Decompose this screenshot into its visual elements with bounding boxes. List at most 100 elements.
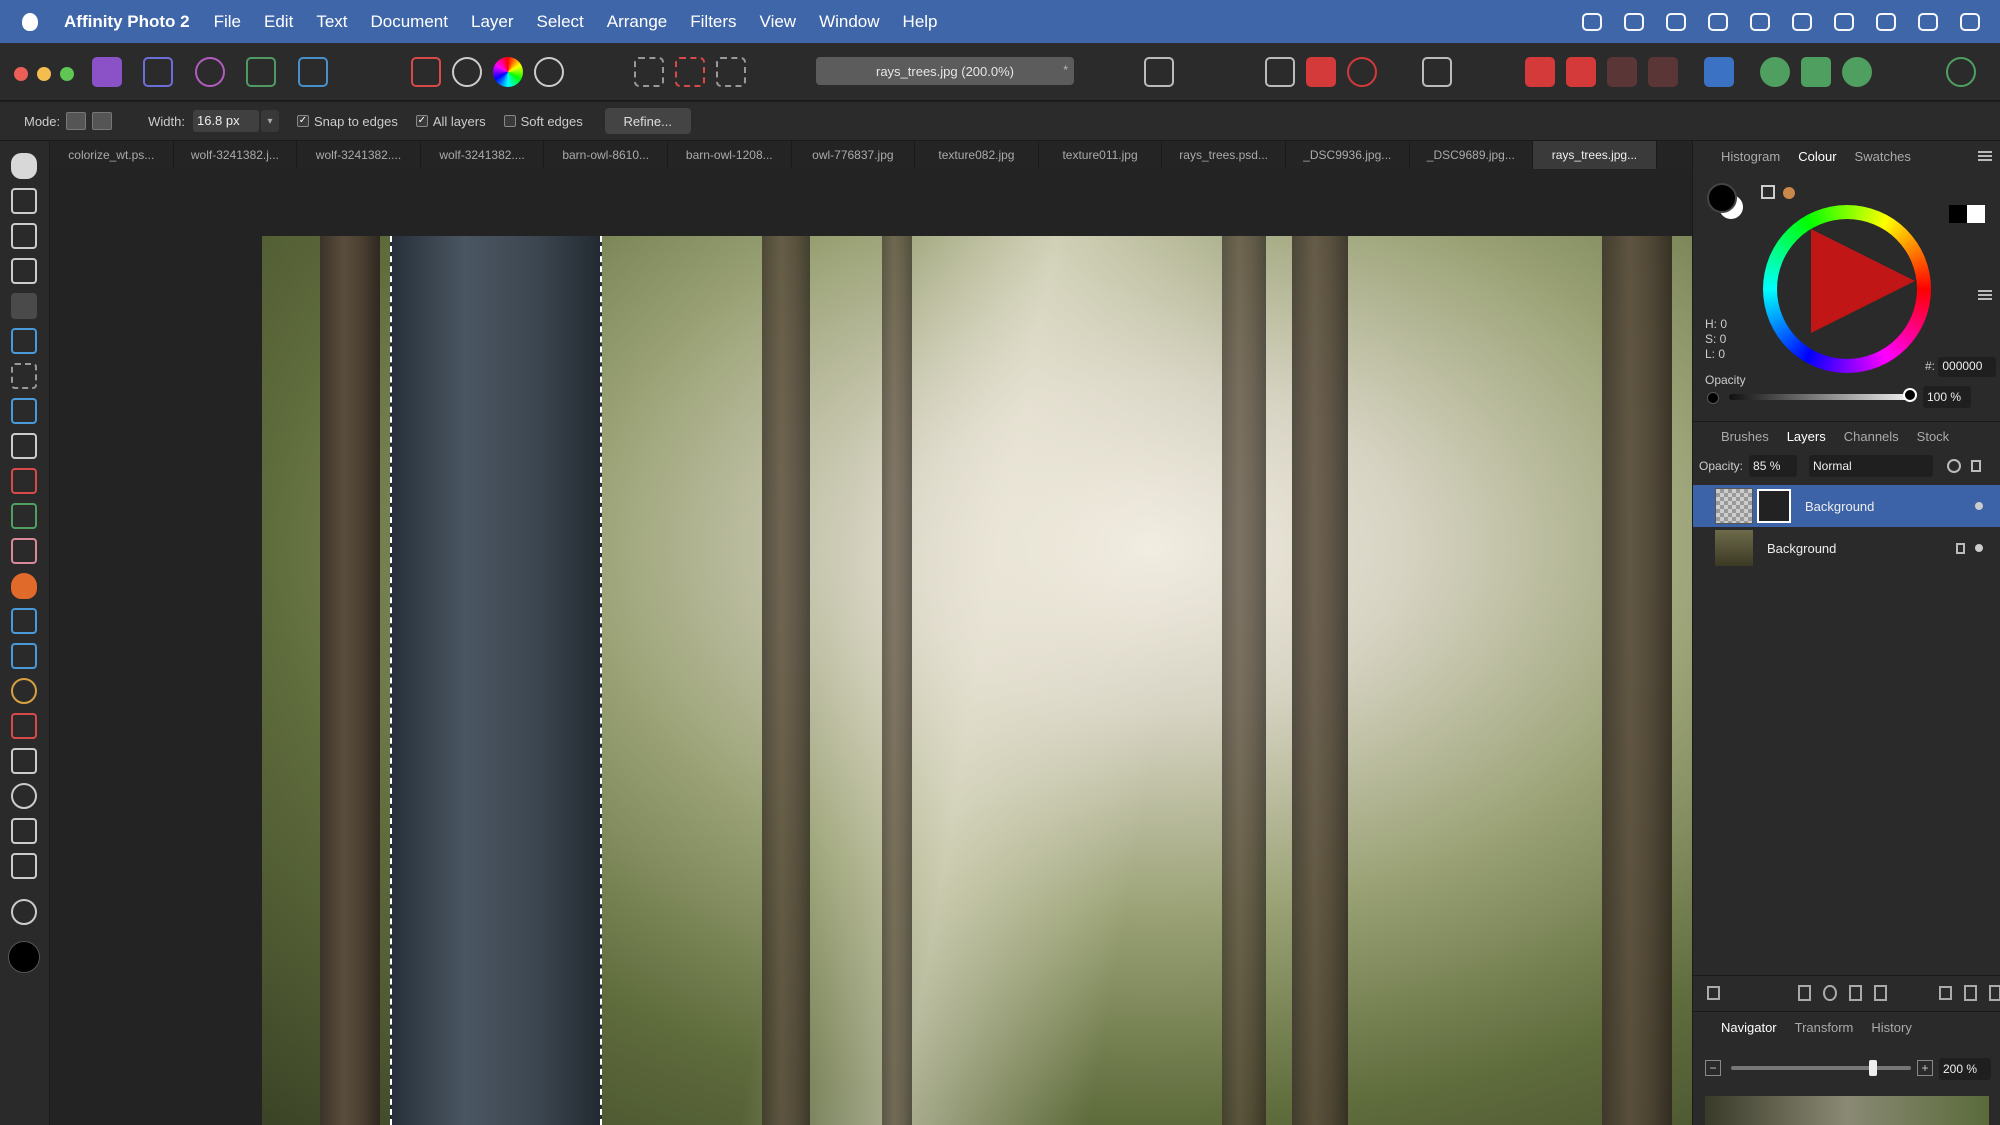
tab-histogram[interactable]: Histogram [1721, 149, 1780, 164]
white-swatch[interactable] [1967, 205, 1985, 223]
flood-select-tool-icon[interactable] [11, 328, 37, 354]
doc-tab[interactable]: _DSC9936.jpg... [1286, 141, 1410, 169]
all-layers-option[interactable]: ✓ All layers [415, 114, 486, 129]
doc-tab[interactable]: wolf-3241382.j... [174, 141, 298, 169]
snap-to-edges-checkbox[interactable]: ✓ [296, 115, 309, 127]
photo-persona-icon[interactable] [92, 57, 122, 87]
live-filter-icon[interactable] [1848, 984, 1862, 1001]
close-document-icon[interactable]: * [1063, 63, 1068, 77]
control-center-icon[interactable] [1876, 12, 1896, 31]
arrange-bottom-icon[interactable] [1648, 57, 1678, 87]
maximize-window-icon[interactable] [60, 67, 74, 81]
colour-triangle[interactable] [1811, 229, 1915, 333]
levels-icon[interactable] [411, 57, 441, 87]
mode-new-icon[interactable] [66, 112, 87, 130]
black-swatch[interactable] [1949, 205, 1967, 223]
document-title-pill[interactable]: rays_trees.jpg (200.0%) * [816, 57, 1074, 85]
dodge-burn-tool-icon[interactable] [11, 573, 37, 599]
layer-lock-icon[interactable] [1956, 542, 1965, 554]
play-icon[interactable] [1750, 12, 1770, 31]
menu-arrange[interactable]: Arrange [607, 12, 667, 32]
colour-opacity-slider[interactable] [1729, 394, 1909, 400]
invert-selection-icon[interactable] [716, 57, 746, 87]
tab-history[interactable]: History [1871, 1020, 1911, 1035]
menu-file[interactable]: File [214, 12, 241, 32]
adjustment-icon[interactable] [1823, 984, 1837, 1001]
snap-to-edges-option[interactable]: ✓ Snap to edges [296, 114, 398, 129]
align-icon[interactable] [1704, 57, 1734, 87]
snapping-icon[interactable] [1265, 57, 1295, 87]
move-tool-icon[interactable] [11, 188, 37, 214]
close-window-icon[interactable] [14, 67, 28, 81]
refine-button[interactable]: Refine... [604, 108, 691, 134]
shield-icon[interactable] [1624, 12, 1644, 31]
colour-opacity-knob[interactable] [1903, 388, 1917, 402]
zoom-slider[interactable] [1731, 1066, 1911, 1070]
menu-select[interactable]: Select [537, 12, 584, 32]
clock-icon[interactable] [1960, 12, 1980, 31]
doc-tab-active[interactable]: rays_trees.jpg... [1533, 141, 1657, 169]
width-dropdown-chevron-icon[interactable]: ▾ [260, 110, 279, 132]
mesh-warp-tool-icon[interactable] [11, 853, 37, 879]
recent-colour-swatch[interactable] [1783, 187, 1795, 199]
blend-mode-select[interactable]: Normal [1809, 455, 1934, 477]
forest-photo[interactable] [262, 236, 1692, 1125]
hex-field[interactable]: 000000 [1938, 357, 1997, 377]
zoom-slider-knob[interactable] [1869, 1060, 1877, 1076]
boolean-subtract-icon[interactable] [1801, 57, 1831, 87]
delete-layer-icon[interactable] [1989, 984, 2000, 1001]
doc-tab[interactable]: wolf-3241382.... [421, 141, 545, 169]
tab-transform[interactable]: Transform [1795, 1020, 1854, 1035]
red-eye-tool-icon[interactable] [11, 713, 37, 739]
healing-tool-icon[interactable] [11, 643, 37, 669]
gear-icon[interactable] [1947, 459, 1962, 473]
group-icon[interactable] [1938, 985, 1953, 1000]
tab-channels[interactable]: Channels [1844, 429, 1899, 444]
quick-mask-icon[interactable] [1144, 57, 1174, 87]
tab-layers[interactable]: Layers [1787, 429, 1826, 444]
zoom-out-icon[interactable]: − [1705, 1060, 1721, 1076]
colour-replacement-tool-icon[interactable] [11, 503, 37, 529]
menu-window[interactable]: Window [819, 12, 879, 32]
smudge-tool-icon[interactable] [11, 678, 37, 704]
pen-tool-icon[interactable] [11, 748, 37, 774]
layer-row[interactable]: Background [1693, 485, 2000, 527]
crop-tool-icon[interactable] [11, 258, 37, 284]
doc-tab[interactable]: colorize_wt.ps... [50, 141, 174, 169]
document-canvas[interactable] [50, 169, 1692, 1125]
selection-brush-tool-icon[interactable] [11, 293, 37, 319]
auto-colour-icon[interactable] [493, 57, 523, 87]
arrange-back-icon[interactable] [1566, 57, 1596, 87]
tab-stock[interactable]: Stock [1917, 429, 1950, 444]
tab-colour[interactable]: Colour [1798, 149, 1836, 164]
doc-tab[interactable]: owl-776837.jpg [792, 141, 916, 169]
auto-contrast-icon[interactable] [452, 57, 482, 87]
siri-icon[interactable] [1918, 12, 1938, 31]
doc-tab[interactable]: barn-owl-1208... [668, 141, 792, 169]
visibility-dot-icon[interactable] [1975, 502, 1983, 510]
arrange-forward-icon[interactable] [1525, 57, 1555, 87]
add-mask-icon[interactable] [1798, 984, 1812, 1001]
flood-fill-tool-icon[interactable] [11, 398, 37, 424]
panel-menu-icon[interactable] [1978, 151, 1992, 161]
boolean-add-icon[interactable] [1760, 57, 1790, 87]
layer-row[interactable]: Background [1693, 527, 2000, 569]
clone-tool-icon[interactable] [11, 608, 37, 634]
undo-history-icon[interactable] [1347, 57, 1377, 87]
menu-help[interactable]: Help [903, 12, 938, 32]
doc-tab[interactable]: texture011.jpg [1039, 141, 1163, 169]
app-name-menu[interactable]: Affinity Photo 2 [64, 12, 190, 32]
develop-persona-icon[interactable] [195, 57, 225, 87]
boolean-intersect-icon[interactable] [1842, 57, 1872, 87]
tab-navigator[interactable]: Navigator [1721, 1020, 1777, 1035]
liquify-persona-icon[interactable] [143, 57, 173, 87]
soft-edges-checkbox[interactable] [503, 115, 516, 127]
width-field[interactable]: 16.8 px [192, 110, 259, 132]
view-tool-hand-icon[interactable] [11, 153, 37, 179]
panel-menu-icon[interactable] [1978, 290, 1992, 300]
time-machine-icon[interactable] [1708, 12, 1728, 31]
all-layers-checkbox[interactable]: ✓ [415, 115, 428, 127]
menu-text[interactable]: Text [316, 12, 347, 32]
text-tool-icon[interactable] [11, 818, 37, 844]
colour-opacity-field[interactable]: 100 % [1923, 386, 1971, 408]
